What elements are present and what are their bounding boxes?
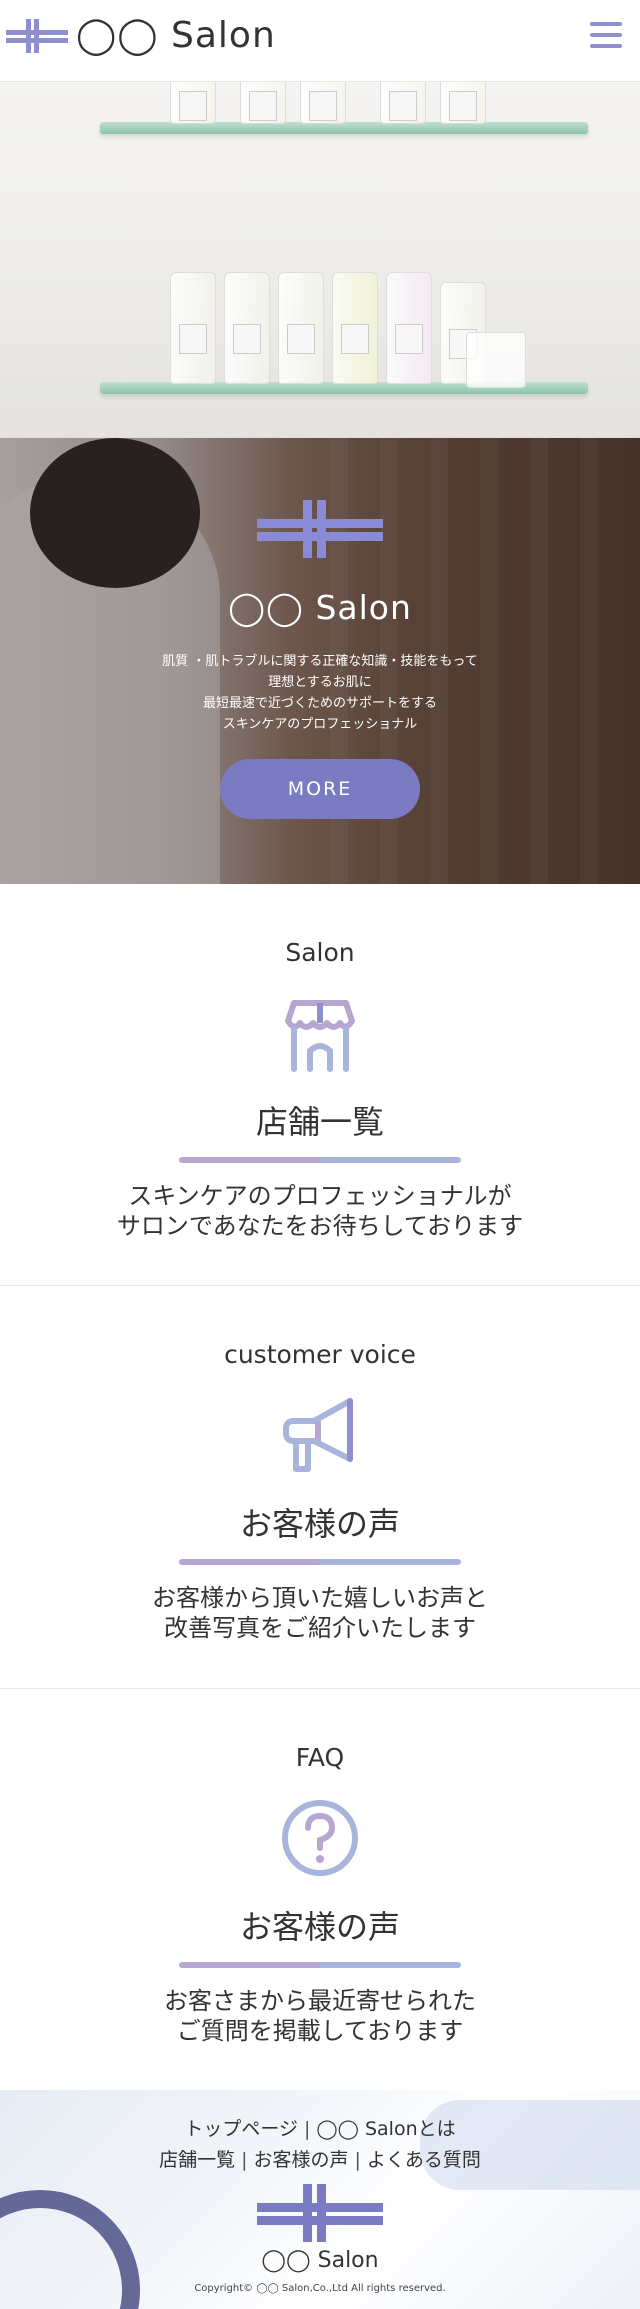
cross-logo-icon [257,2184,383,2242]
customer-voice-section[interactable]: customer voice お客様の声 お客様から頂いた嬉しいお声と 改善写真… [0,1286,640,1689]
footer-link-salons[interactable]: 店舗一覧 [159,2149,235,2171]
section-jp-title: 店舗一覧 [255,1103,384,1141]
section-underline [179,1962,461,1968]
hero-description: 肌質 ・肌トラブルに関する正確な知識・技能をもって 理想とするお肌に 最短最速で… [162,654,478,732]
copyright: Copyright© ◯◯ Salon,Co.,Ltd All rights r… [194,2283,446,2294]
footer-link-voice[interactable]: お客様の声 [253,2149,348,2171]
site-logo[interactable]: ◯◯ Salon [6,18,276,54]
section-description: スキンケアのプロフェッショナルが サロンであなたをお待ちしております [116,1182,524,1240]
footer-link-top[interactable]: トップページ [184,2118,298,2140]
footer-link-about[interactable]: ◯◯ Salonとは [316,2118,455,2140]
section-en-title: Salon [285,938,355,967]
hamburger-menu-icon[interactable] [590,22,622,52]
cross-logo-icon [6,19,68,53]
faq-section[interactable]: FAQ お客様の声 お客さまから最近寄せられた ご質問を掲載しております [0,1689,640,2087]
more-button[interactable]: MORE [220,759,420,819]
storefront-icon [285,1000,355,1072]
question-mark-icon [282,1800,358,1876]
logo-text: ◯◯ Salon [76,15,276,56]
section-en-title: FAQ [295,1743,345,1772]
section-jp-title: お客様の声 [239,1908,400,1946]
hero-banner: ◯◯ Salon 肌質 ・肌トラブルに関する正確な知識・技能をもって 理想とする… [0,438,640,884]
megaphone-icon [283,1398,353,1472]
footer-link-faq[interactable]: よくある質問 [367,2149,481,2171]
shelf-photo [0,82,640,438]
section-underline [179,1559,461,1565]
hero-title: ◯◯ Salon [228,588,412,627]
section-en-title: customer voice [224,1340,416,1369]
site-header: ◯◯ Salon [0,0,640,82]
section-underline [179,1157,461,1163]
cross-logo-icon [257,500,383,558]
section-description: お客様から頂いた嬉しいお声と 改善写真をご紹介いたします [152,1584,488,1642]
footer-logo-text: ◯◯ Salon [261,2248,379,2273]
salon-section[interactable]: Salon 店舗一覧 スキンケアのプロフェッショナルが サロンであなたをお待ちし… [0,884,640,1286]
footer-nav: トップページ | ◯◯ Salonとは 店舗一覧 | お客様の声 | よくある質問 [159,2118,481,2171]
section-description: お客さまから最近寄せられた ご質問を掲載しております [164,1987,476,2045]
site-footer: トップページ | ◯◯ Salonとは 店舗一覧 | お客様の声 | よくある質問 ◯◯ S… [0,2090,640,2309]
section-jp-title: お客様の声 [239,1505,400,1543]
